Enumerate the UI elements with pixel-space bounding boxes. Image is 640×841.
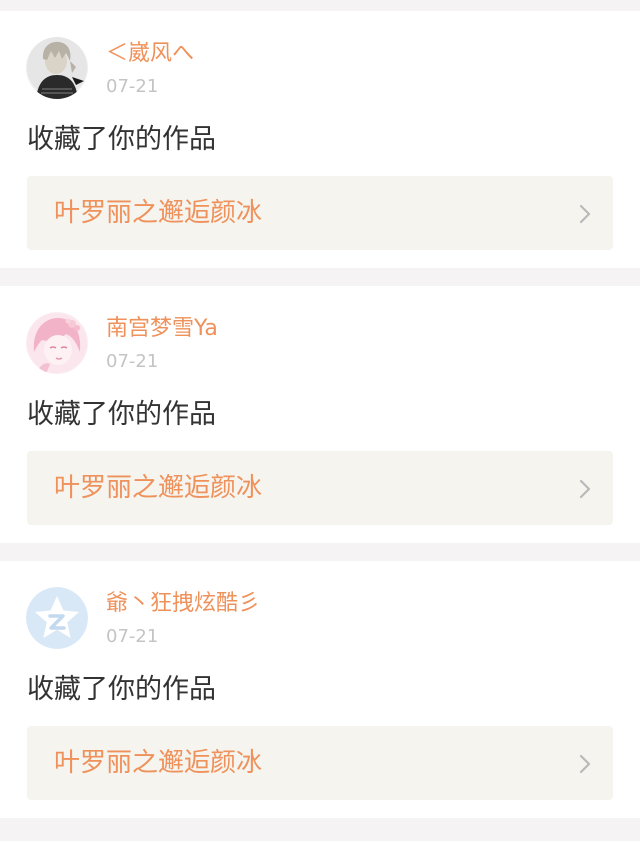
work-link[interactable]: 叶罗丽之邂逅颜冰 <box>27 726 613 800</box>
action-text: 收藏了你的作品 <box>27 674 216 705</box>
work-title: 叶罗丽之邂逅颜冰 <box>54 748 263 778</box>
username[interactable]: 爺丶狂拽炫酷彡 <box>106 589 260 619</box>
pink-anime-girl-avatar-icon <box>26 312 88 374</box>
timestamp: 07-21 <box>106 626 159 647</box>
work-link[interactable]: 叶罗丽之邂逅颜冰 <box>27 176 613 250</box>
chevron-right-icon <box>579 754 591 774</box>
work-link[interactable]: 叶罗丽之邂逅颜冰 <box>27 451 613 525</box>
avatar[interactable] <box>26 587 88 649</box>
chevron-right-icon <box>579 479 591 499</box>
timestamp: 07-21 <box>106 351 159 372</box>
chevron-right-icon <box>579 204 591 224</box>
notification-card: 南宫梦雪Ya 07-21 收藏了你的作品 叶罗丽之邂逅颜冰 <box>0 286 640 543</box>
avatar[interactable] <box>26 37 88 99</box>
notification-feed: ＜崴风へ 07-21 收藏了你的作品 叶罗丽之邂逅颜冰 南宫梦雪Ya 07-21… <box>0 0 640 841</box>
timestamp: 07-21 <box>106 76 159 97</box>
anime-boy-avatar-icon <box>26 37 88 99</box>
username[interactable]: ＜崴风へ <box>106 39 194 69</box>
notification-card: 爺丶狂拽炫酷彡 07-21 收藏了你的作品 叶罗丽之邂逅颜冰 <box>0 561 640 818</box>
notification-card: ＜崴风へ 07-21 收藏了你的作品 叶罗丽之邂逅颜冰 <box>0 11 640 268</box>
work-title: 叶罗丽之邂逅颜冰 <box>54 198 263 228</box>
action-text: 收藏了你的作品 <box>27 124 216 155</box>
action-text: 收藏了你的作品 <box>27 399 216 430</box>
default-star-avatar-icon <box>26 587 88 649</box>
avatar[interactable] <box>26 312 88 374</box>
username[interactable]: 南宫梦雪Ya <box>106 314 218 344</box>
work-title: 叶罗丽之邂逅颜冰 <box>54 473 263 503</box>
